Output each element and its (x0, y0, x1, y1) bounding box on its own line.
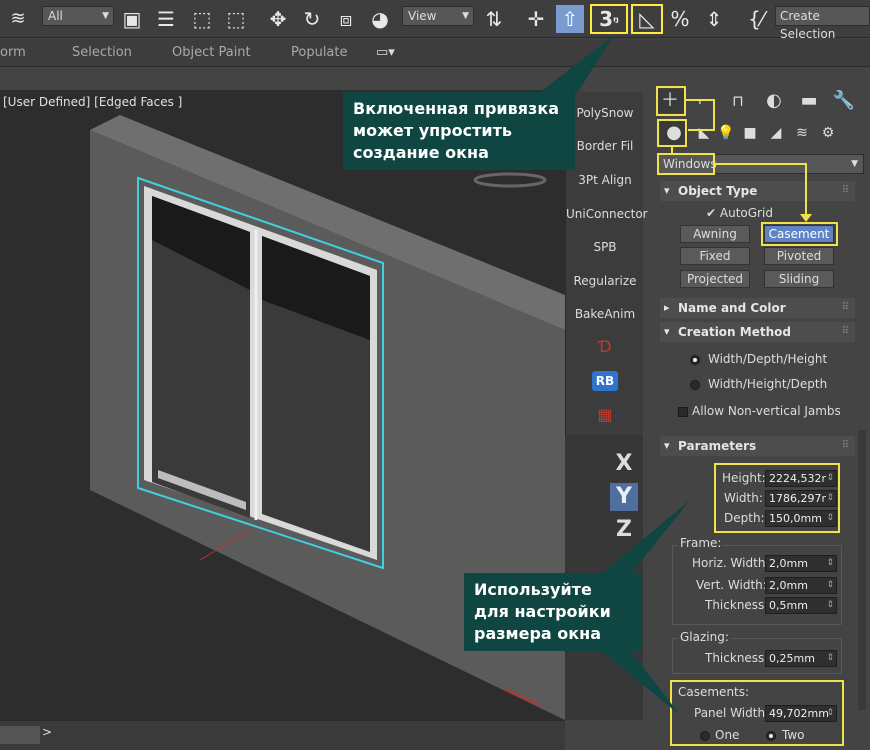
callout-snap-tip: Включенная привязка может упростить созд… (343, 92, 575, 170)
timeline-slider[interactable] (0, 726, 40, 744)
callout-pointer-mid (600, 500, 690, 575)
timeline-next-arrow[interactable]: > (42, 725, 52, 739)
status-bar: > (0, 720, 565, 750)
connector-line-1 (686, 99, 715, 131)
callout-pointer-bottom (600, 650, 680, 715)
arrow-down-icon (800, 214, 812, 222)
connector-line-3 (715, 163, 807, 220)
callout-size-tip: Используйте для настройки размера окна (464, 573, 642, 651)
callout-pointer-top (540, 36, 613, 92)
